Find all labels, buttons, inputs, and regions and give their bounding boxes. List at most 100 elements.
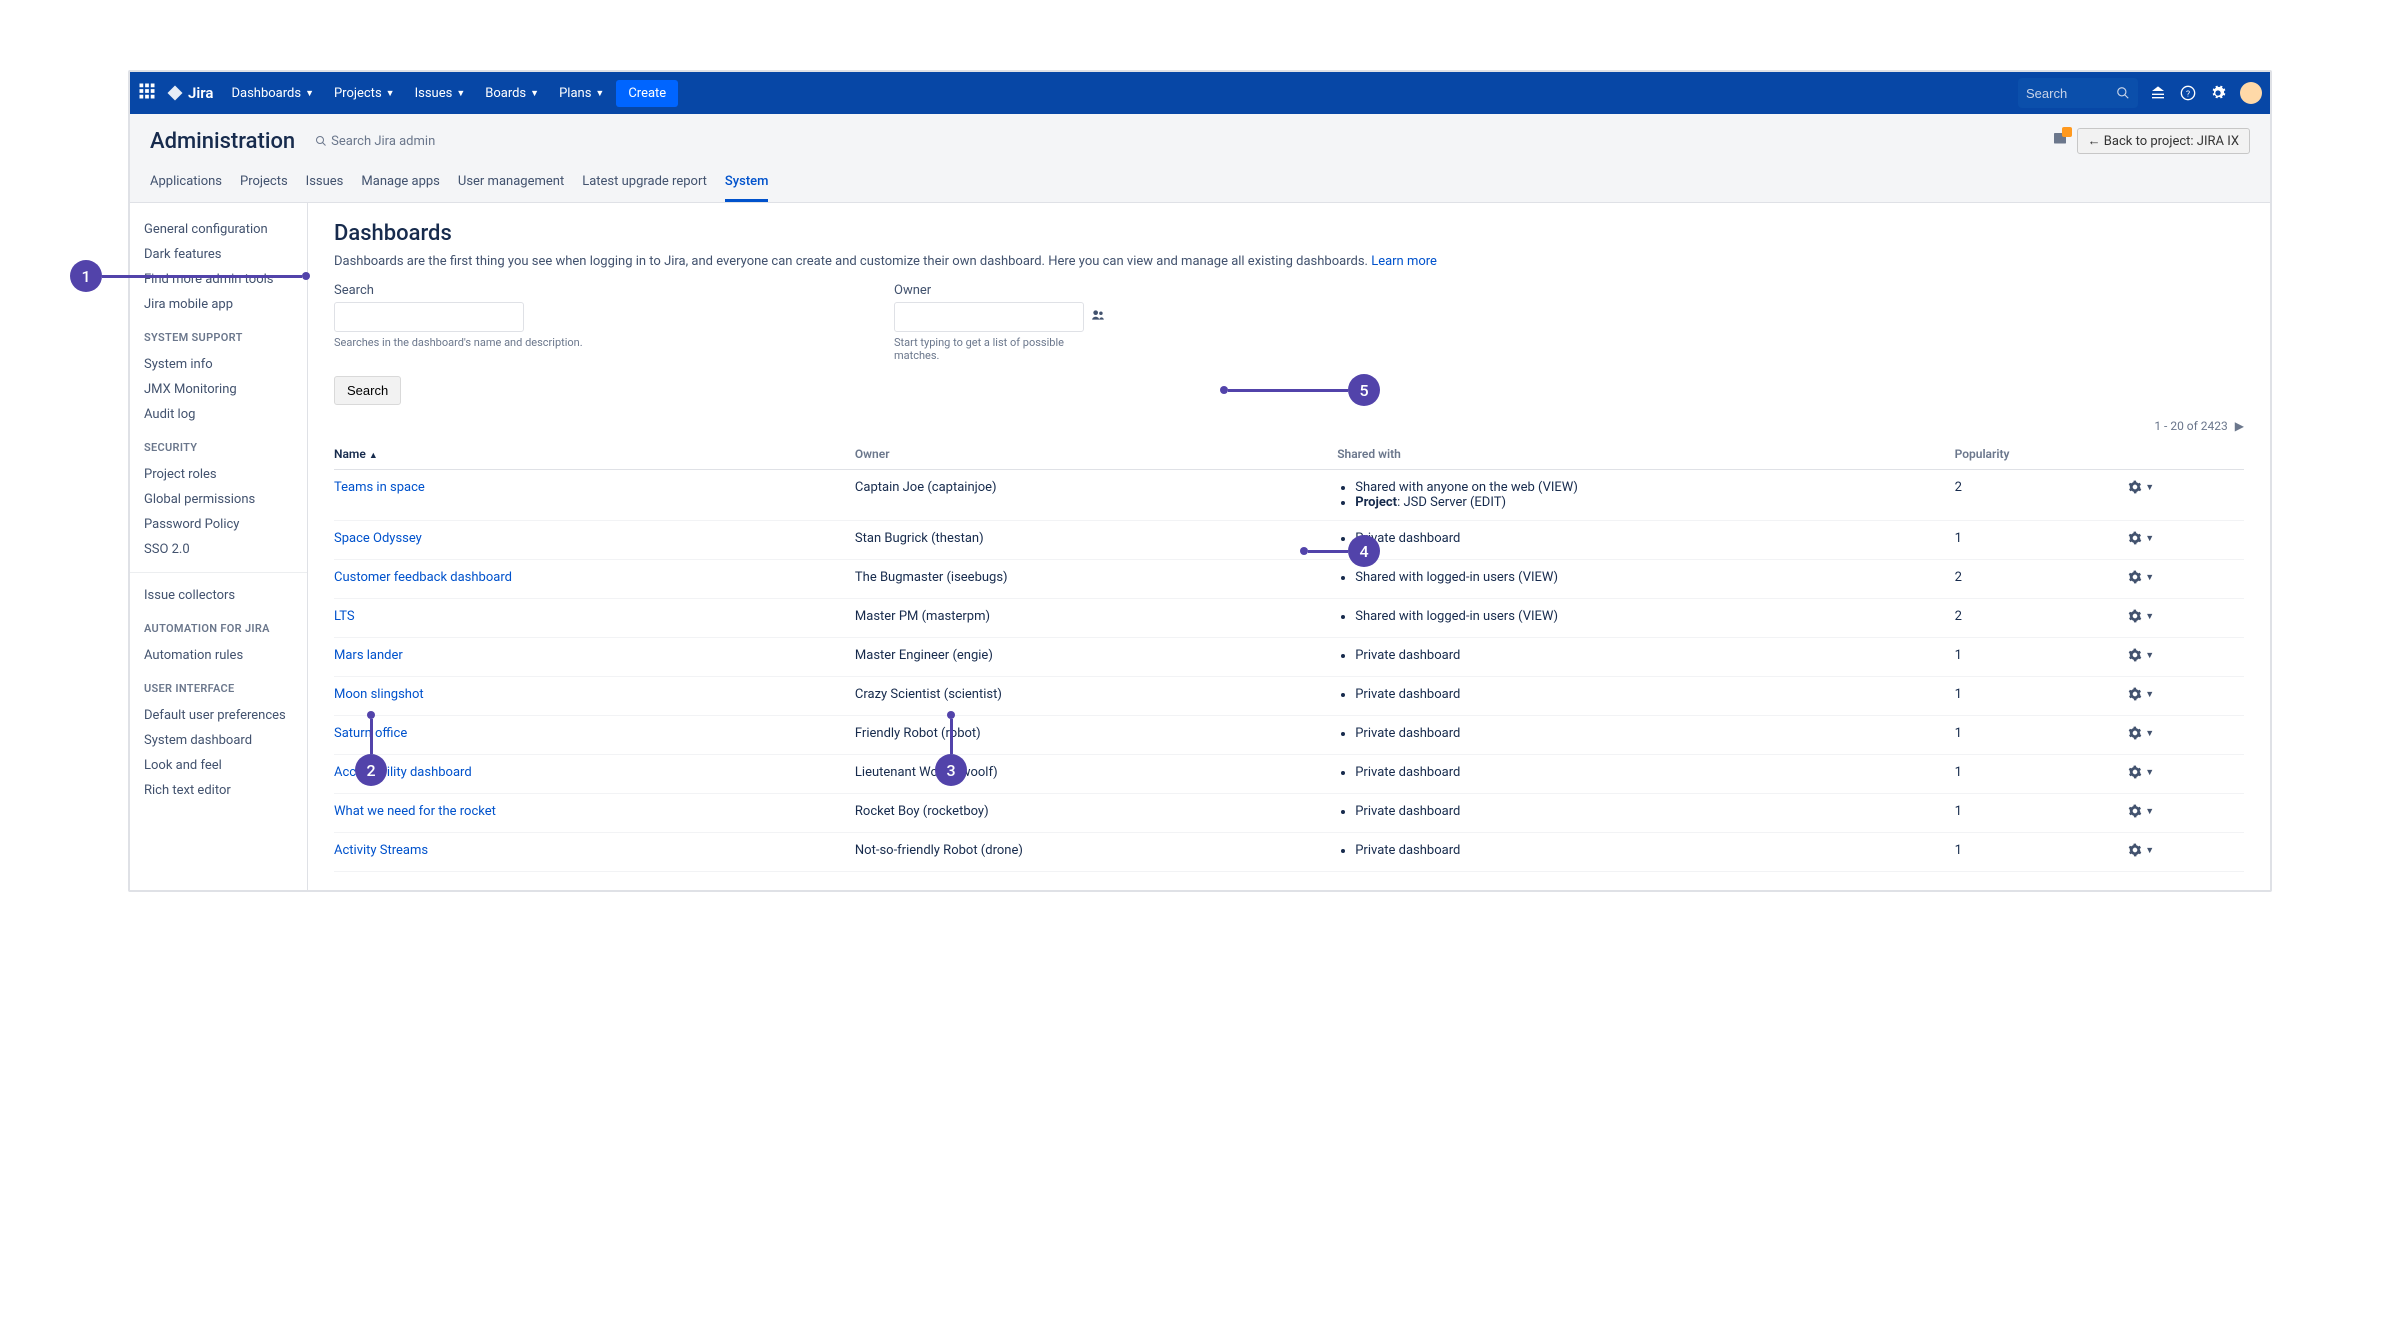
sidebar-item-jira-mobile-app[interactable]: Jira mobile app [144, 292, 293, 317]
owner-cell: Master PM (masterpm) [855, 599, 1337, 638]
table-row: Activity Streams Not-so-friendly Robot (d… [334, 833, 2244, 872]
chevron-down-icon: ▼ [2145, 572, 2154, 583]
row-actions-menu[interactable]: ▼ [2128, 570, 2154, 584]
dashboard-link[interactable]: Space Odyssey [334, 531, 422, 546]
menu-projects[interactable]: Projects▼ [326, 80, 403, 107]
global-search-input[interactable] [2026, 86, 2116, 101]
dashboard-link[interactable]: What we need for the rocket [334, 804, 496, 819]
col-popularity[interactable]: Popularity [1955, 439, 2129, 470]
search-form: Search Searches in the dashboard's name … [334, 283, 2244, 362]
chevron-down-icon: ▼ [2145, 806, 2154, 817]
dashboard-link[interactable]: Customer feedback dashboard [334, 570, 512, 585]
learn-more-link[interactable]: Learn more [1371, 254, 1437, 269]
row-actions-menu[interactable]: ▼ [2128, 480, 2154, 494]
sidebar-item-default-user-preferences[interactable]: Default user preferences [144, 703, 293, 728]
admin-search[interactable]: Search Jira admin [315, 134, 435, 149]
sidebar-item-audit-log[interactable]: Audit log [144, 402, 293, 427]
menu-issues[interactable]: Issues▼ [407, 80, 474, 107]
col-name[interactable]: Name ▲ [334, 439, 855, 470]
shared-entry: Private dashboard [1355, 531, 1954, 546]
notifications-icon[interactable] [2051, 130, 2069, 152]
row-actions-menu[interactable]: ▼ [2128, 765, 2154, 779]
sidebar: General configurationDark featuresFind m… [130, 203, 308, 890]
create-button[interactable]: Create [616, 80, 678, 107]
sidebar-item-global-permissions[interactable]: Global permissions [144, 487, 293, 512]
brand-text: Jira [188, 84, 213, 102]
sidebar-section-title: SYSTEM SUPPORT [144, 331, 293, 344]
sidebar-item-jmx-monitoring[interactable]: JMX Monitoring [144, 377, 293, 402]
global-search[interactable] [2018, 78, 2138, 108]
popularity-cell: 2 [1955, 599, 2129, 638]
owner-input[interactable] [894, 302, 1084, 332]
col-owner[interactable]: Owner [855, 439, 1337, 470]
back-to-project-button[interactable]: ← Back to project: JIRA IX [2077, 128, 2250, 154]
user-avatar[interactable] [2240, 82, 2262, 104]
search-button[interactable]: Search [334, 376, 401, 405]
row-actions-menu[interactable]: ▼ [2128, 648, 2154, 662]
sidebar-item-issue-collectors[interactable]: Issue collectors [144, 583, 293, 608]
sidebar-item-password-policy[interactable]: Password Policy [144, 512, 293, 537]
owner-cell: Lieutenant Woolf (woolf) [855, 755, 1337, 794]
menu-dashboards[interactable]: Dashboards▼ [223, 80, 322, 107]
chevron-down-icon: ▼ [595, 88, 604, 99]
feedback-icon[interactable] [2150, 85, 2166, 101]
table-row: Accessibility dashboardLieutenant Woolf … [334, 755, 2244, 794]
help-icon[interactable]: ? [2180, 85, 2196, 101]
dashboard-search-input[interactable] [334, 302, 524, 332]
next-page-icon[interactable]: ▶ [2235, 419, 2244, 433]
people-icon[interactable] [1090, 308, 1106, 326]
chevron-down-icon: ▼ [305, 88, 314, 99]
global-menu: Dashboards▼ Projects▼ Issues▼ Boards▼ Pl… [223, 80, 678, 107]
sidebar-item-system-info[interactable]: System info [144, 352, 293, 377]
sidebar-item-rich-text-editor[interactable]: Rich text editor [144, 778, 293, 803]
dashboard-link[interactable]: Activity Streams [334, 843, 428, 858]
admin-tab-issues[interactable]: Issues [306, 168, 344, 202]
row-actions-menu[interactable]: ▼ [2128, 531, 2154, 545]
settings-icon[interactable] [2210, 85, 2226, 101]
dashboard-link[interactable]: Moon slingshot [334, 687, 424, 702]
sidebar-item-automation-rules[interactable]: Automation rules [144, 643, 293, 668]
shared-cell: Shared with logged-in users (VIEW) [1337, 599, 1954, 638]
shared-cell: Private dashboard [1337, 521, 1954, 560]
main-content: Dashboards Dashboards are the first thin… [308, 203, 2270, 890]
popularity-cell: 1 [1955, 794, 2129, 833]
row-actions-menu[interactable]: ▼ [2128, 687, 2154, 701]
owner-cell: Friendly Robot (robot) [855, 716, 1337, 755]
admin-tab-applications[interactable]: Applications [150, 168, 222, 202]
dashboard-link[interactable]: Teams in space [334, 480, 425, 495]
table-row: Space OdysseyStan Bugrick (thestan)Priva… [334, 521, 2244, 560]
sidebar-item-look-and-feel[interactable]: Look and feel [144, 753, 293, 778]
sidebar-item-system-dashboard[interactable]: System dashboard [144, 728, 293, 753]
owner-cell: The Bugmaster (iseebugs) [855, 560, 1337, 599]
owner-label: Owner [894, 283, 1094, 298]
menu-boards[interactable]: Boards▼ [477, 80, 547, 107]
admin-tab-user-management[interactable]: User management [458, 168, 564, 202]
owner-cell: Master Engineer (engie) [855, 638, 1337, 677]
admin-tab-system[interactable]: System [725, 168, 769, 202]
table-row: What we need for the rocketRocket Boy (r… [334, 794, 2244, 833]
row-actions-menu[interactable]: ▼ [2128, 726, 2154, 740]
shared-cell: Private dashboard [1337, 638, 1954, 677]
sidebar-item-sso-2.0[interactable]: SSO 2.0 [144, 537, 293, 562]
row-actions-menu[interactable]: ▼ [2128, 609, 2154, 623]
row-actions-menu[interactable]: ▼ [2128, 804, 2154, 818]
table-row: LTS Master PM (masterpm)Shared with logge… [334, 599, 2244, 638]
dashboard-link[interactable]: Mars lander [334, 648, 403, 663]
owner-cell: Not-so-friendly Robot (drone) [855, 833, 1337, 872]
popularity-cell: 1 [1955, 677, 2129, 716]
row-actions-menu[interactable]: ▼ [2128, 843, 2154, 857]
admin-tab-manage-apps[interactable]: Manage apps [361, 168, 439, 202]
admin-tab-projects[interactable]: Projects [240, 168, 288, 202]
app-switcher-icon[interactable] [138, 82, 156, 104]
annotation-1: 1 [70, 260, 310, 292]
sidebar-item-general-configuration[interactable]: General configuration [144, 217, 293, 242]
sidebar-item-project-roles[interactable]: Project roles [144, 462, 293, 487]
admin-tab-latest-upgrade-report[interactable]: Latest upgrade report [582, 168, 707, 202]
col-shared[interactable]: Shared with [1337, 439, 1954, 470]
dashboard-link[interactable]: LTS [334, 609, 355, 624]
popularity-cell: 1 [1955, 521, 2129, 560]
sidebar-section-title: USER INTERFACE [144, 682, 293, 695]
menu-plans[interactable]: Plans▼ [551, 80, 612, 107]
search-icon [315, 135, 327, 147]
jira-logo[interactable]: Jira [166, 84, 213, 102]
